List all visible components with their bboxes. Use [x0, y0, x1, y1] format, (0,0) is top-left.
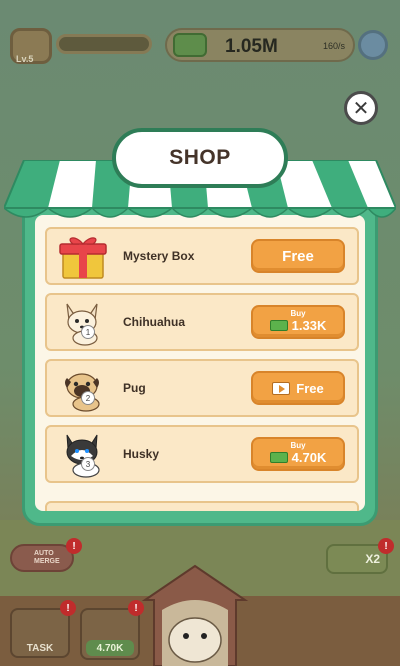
button-label: Free: [282, 247, 314, 265]
chihuahua-dog-icon: [66, 303, 98, 346]
dog-level-badge: 3: [81, 457, 95, 471]
auto-merge-button[interactable]: AUTO MERGE: [10, 544, 74, 572]
shop-item-pug: 2 Pug Free: [45, 359, 359, 417]
buy-husky-quick-button[interactable]: 4.70K: [80, 608, 140, 660]
shop-item-mystery-box: Mystery Box Free: [45, 227, 359, 285]
task-button[interactable]: TASK: [10, 608, 70, 658]
gift-box-icon: [59, 237, 107, 279]
dog-level-badge: 1: [81, 325, 95, 339]
alert-badge: !: [378, 538, 394, 554]
player-level: Lv.5: [16, 54, 34, 64]
money-amount: 1.05M: [225, 36, 278, 57]
item-name: Pug: [123, 381, 146, 395]
income-rate: 160/s: [322, 41, 345, 51]
item-name: Chihuahua: [123, 315, 185, 329]
husky-quick-price: 4.70K: [86, 640, 134, 656]
cash-icon: [173, 33, 207, 57]
xp-bar: [56, 34, 152, 54]
settings-gear-icon[interactable]: [358, 30, 388, 60]
dog-house-icon[interactable]: [140, 560, 250, 666]
video-icon: [272, 381, 291, 395]
shop-title-sign: SHOP: [112, 128, 288, 188]
close-button[interactable]: ✕: [344, 91, 378, 125]
alert-badge: !: [60, 600, 76, 616]
price: 4.70K: [96, 642, 124, 654]
shop-panel: Mystery Box Free 1 Chihuahua Buy 1.33K 2…: [22, 200, 378, 526]
price: 1.33K: [291, 318, 327, 333]
item-name: Mystery Box: [123, 249, 195, 263]
item-name: Husky: [123, 447, 160, 461]
pug-dog-icon: [65, 373, 100, 412]
close-icon: ✕: [352, 97, 370, 120]
husky-dog-icon: [66, 434, 100, 478]
free-button[interactable]: Free: [251, 239, 345, 273]
buy-label: Buy: [290, 309, 306, 318]
auto-merge-label: AUTO MERGE: [34, 550, 60, 565]
buy-button[interactable]: Buy 4.70K: [251, 437, 345, 471]
money-display: 1.05M 160/s: [165, 28, 355, 62]
buy-button[interactable]: Buy 1.33K: [251, 305, 345, 339]
shop-item-list[interactable]: Mystery Box Free 1 Chihuahua Buy 1.33K 2…: [35, 215, 365, 511]
shop-title: SHOP: [169, 146, 231, 169]
shop-item-chihuahua: 1 Chihuahua Buy 1.33K: [45, 293, 359, 351]
cash-icon: [269, 320, 288, 331]
shop-item-husky: 3 Husky Buy 4.70K: [45, 425, 359, 483]
buy-label: Buy: [290, 441, 306, 450]
boost-label: X2: [365, 552, 380, 566]
watch-ad-free-button[interactable]: Free: [251, 371, 345, 405]
alert-badge: !: [66, 538, 82, 554]
price: 4.70K: [291, 450, 327, 465]
dog-level-badge: 2: [81, 391, 95, 405]
shop-item-partial: [45, 501, 359, 511]
button-label: Free: [296, 380, 324, 396]
task-label: TASK: [26, 643, 54, 654]
cash-icon: [269, 452, 288, 463]
